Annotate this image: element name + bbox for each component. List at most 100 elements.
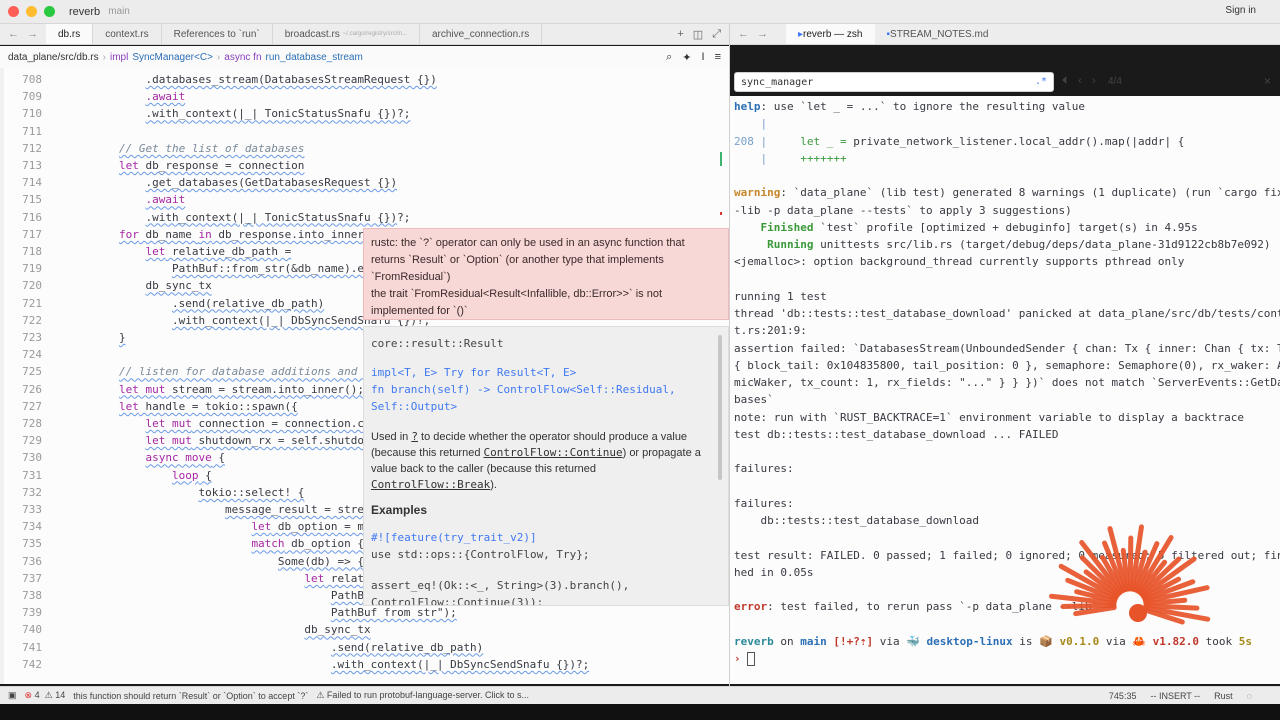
logo-ray: [1060, 602, 1117, 610]
doc-link-continue[interactable]: ControlFlow::Continue: [484, 446, 623, 459]
line-number: 715: [22, 193, 42, 207]
code-line[interactable]: 712 // Get the list of databases: [0, 140, 729, 157]
code-line[interactable]: 714 .get_databases(GetDatabasesRequest {…: [0, 174, 729, 191]
terminal-tab[interactable]: ▸ reverb — zsh: [786, 24, 875, 44]
previous-match-icon[interactable]: ‹: [1078, 75, 1082, 87]
code-line[interactable]: 710 .with_context(|_| TonicStatusSnafu {…: [0, 105, 729, 122]
code-text: // Get the list of databases: [118, 141, 305, 155]
back-icon[interactable]: ←: [8, 28, 19, 40]
breadcrumb-impl-keyword[interactable]: impl: [110, 52, 128, 63]
code-text: for db_name in db_response.into_inner(): [118, 227, 378, 241]
zoom-window-button[interactable]: [44, 6, 55, 17]
logo-ray: [1127, 535, 1134, 592]
logo-ray: [1143, 597, 1188, 607]
line-number: 722: [22, 313, 42, 327]
next-match-icon[interactable]: ›: [1092, 75, 1096, 87]
warning-icon: ⚠: [44, 690, 53, 700]
code-text: let relative_db_path =: [145, 245, 292, 258]
code-line[interactable]: 741 .send(relative_db_path): [0, 639, 729, 656]
line-number: 726: [22, 382, 42, 396]
line-number: 737: [22, 571, 42, 585]
lsp-status[interactable]: ⚠ Failed to run protobuf-language-server…: [316, 690, 529, 701]
breadcrumb-function[interactable]: run_database_stream: [266, 52, 363, 63]
line-number: 721: [22, 296, 42, 310]
code-text: .send(relative_db_path): [171, 296, 325, 310]
line-number: 718: [22, 245, 42, 258]
cursor-icon[interactable]: I: [702, 51, 705, 64]
regex-toggle-icon[interactable]: .*: [1035, 76, 1047, 87]
editor-tab[interactable]: archive_connection.rs: [420, 24, 543, 44]
forward-icon[interactable]: →: [757, 28, 768, 40]
back-icon[interactable]: ←: [738, 28, 749, 40]
close-window-button[interactable]: [8, 6, 19, 17]
sparkle-icon[interactable]: ✦: [682, 51, 691, 64]
doc-example-line: assert_eq!(Ok::<_, String>(3).branch(),: [371, 579, 630, 592]
code-text: .await: [145, 193, 186, 207]
code-text: db_sync_tx: [304, 623, 371, 637]
terminal-line: failures:: [734, 462, 794, 476]
editor-tab[interactable]: broadcast.rs ~/.cargo/registry/src/in...: [273, 24, 420, 44]
settings-sliders-icon[interactable]: ≡: [715, 51, 721, 64]
diagnostic-popup[interactable]: rustc: the `?` operator can only be used…: [363, 228, 729, 320]
diagnostic-line: the trait `FromResidual<Result<Infallibl…: [371, 288, 663, 300]
code-line[interactable]: 713 let db_response = connection: [0, 157, 729, 174]
code-text: .with_context(|_| TonicStatusSnafu {})?;: [145, 210, 411, 224]
code-line[interactable]: 709 .await: [0, 88, 729, 105]
feedback-icon[interactable]: ◌: [1247, 691, 1252, 701]
hover-doc-popup[interactable]: core::result::Result impl<T, E> Try for …: [363, 326, 729, 606]
forward-icon[interactable]: →: [27, 28, 38, 40]
split-pane-icon[interactable]: ◫: [693, 28, 703, 41]
terminal-tab[interactable]: ▪ STREAM_NOTES.md: [875, 24, 1001, 44]
code-text: async move {: [145, 451, 225, 465]
logo-watermark: [1048, 524, 1211, 625]
diagnostics-summary[interactable]: ⊗ 4 ⚠ 14: [25, 690, 66, 701]
line-number: 732: [22, 485, 42, 499]
code-text: loop {: [171, 468, 212, 482]
code-text: message_result = strean: [224, 503, 378, 516]
terminal-search-input[interactable]: sync_manager .*: [734, 72, 1054, 92]
line-number: 741: [22, 640, 42, 654]
terminal-line: Finished `test` profile [optimized + deb…: [760, 220, 1198, 234]
code-line[interactable]: 708 .databases_stream(DatabasesStreamReq…: [0, 71, 729, 88]
doc-link-break[interactable]: ControlFlow::Break: [371, 478, 490, 491]
code-line[interactable]: 715 .await: [0, 191, 729, 208]
breadcrumb-path[interactable]: data_plane/src/db.rs: [8, 52, 99, 63]
code-line[interactable]: 711: [0, 123, 729, 140]
editor-tab[interactable]: References to `run`: [162, 24, 273, 44]
editor-tab[interactable]: db.rs: [46, 24, 94, 44]
code-line[interactable]: 716 .with_context(|_| TonicStatusSnafu {…: [0, 209, 729, 226]
terminal-line: bases`: [734, 393, 774, 407]
terminal-line: 208 | let _ = private_network_listener.l…: [734, 134, 1185, 148]
code-text: .await: [145, 90, 186, 104]
code-text: match db_option {: [251, 537, 365, 551]
minimize-window-button[interactable]: [26, 6, 37, 17]
terminal-cursor: [747, 652, 756, 666]
terminal-line: help: use `let _ = ...` to ignore the re…: [734, 100, 1086, 113]
doc-example-line: use std::ops::{ControlFlow, Try};: [371, 548, 590, 561]
language-selector[interactable]: Rust: [1214, 691, 1233, 701]
panel-toggle-icon[interactable]: ▣: [8, 690, 17, 701]
code-line[interactable]: 742 .with_context(|_| DbSyncSendSnafu {}…: [0, 656, 729, 673]
match-case-icon[interactable]: ⏴: [1062, 75, 1068, 88]
project-name[interactable]: reverb: [69, 6, 100, 18]
line-number: 729: [22, 434, 42, 448]
terminal-nav: ← →: [730, 24, 776, 44]
code-line[interactable]: 740 db_sync_tx: [0, 621, 729, 638]
terminal-line: | +++++++: [734, 151, 847, 165]
cursor-position[interactable]: 745:35: [1109, 691, 1137, 701]
code-line[interactable]: 739 PathBuf from str");: [0, 604, 729, 621]
branch-name[interactable]: main: [108, 6, 130, 17]
terminal-line: warning: `data_plane` (lib test) generat…: [734, 186, 1280, 200]
terminal-line: <jemalloc>: option background_thread cur…: [734, 255, 1185, 269]
breadcrumb-fn-keyword[interactable]: async fn: [224, 52, 261, 63]
new-tab-icon[interactable]: +: [677, 28, 683, 40]
editor-tab[interactable]: context.rs: [93, 24, 162, 44]
breadcrumb-type[interactable]: SyncManager<C>: [132, 52, 213, 63]
code-text: // listen for database additions and de: [118, 365, 378, 379]
close-search-icon[interactable]: ×: [1264, 74, 1271, 88]
status-message[interactable]: this function should return `Result` or …: [73, 691, 308, 701]
doc-scrollbar[interactable]: [718, 335, 722, 480]
maximize-icon[interactable]: ⤢: [712, 28, 721, 41]
sign-in-button[interactable]: Sign in: [1225, 5, 1256, 16]
search-icon[interactable]: ⌕: [666, 51, 672, 64]
